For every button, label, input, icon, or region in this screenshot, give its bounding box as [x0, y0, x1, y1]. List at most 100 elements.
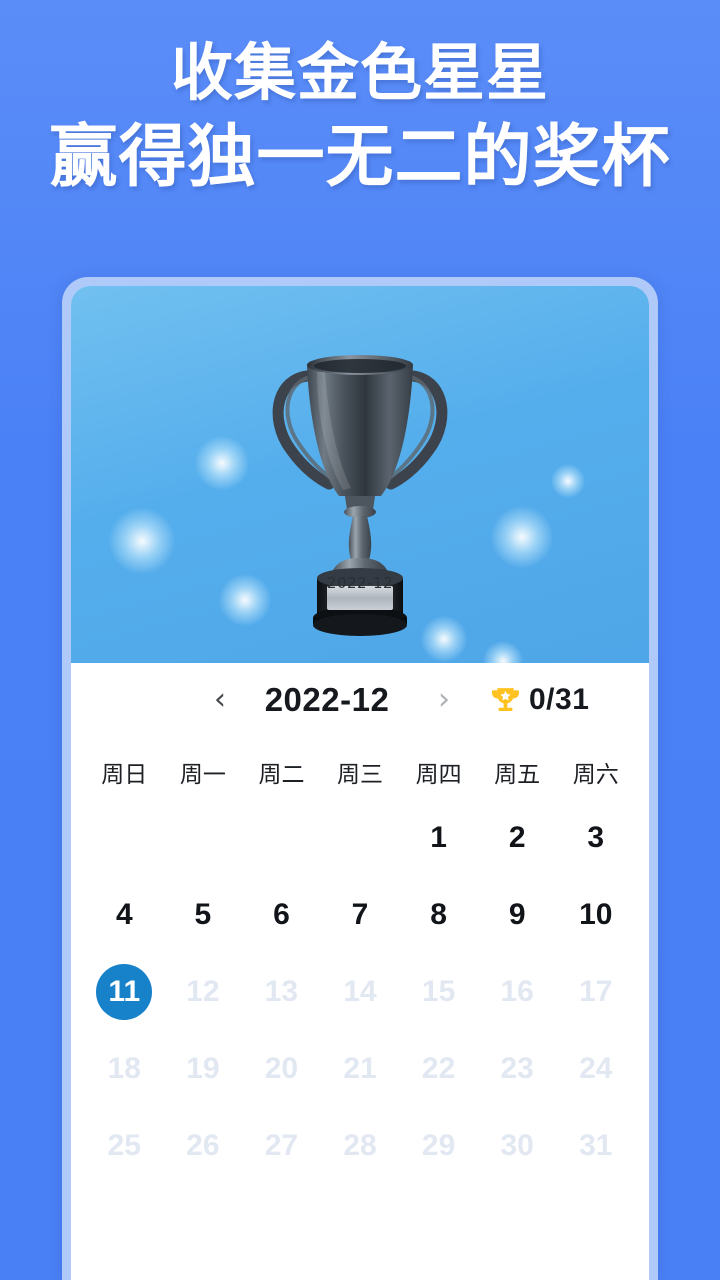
- calendar-panel: ‹ 2022-12 › 0/31 周日 周一 周二 周三 周四 周五 周六 1 …: [71, 663, 649, 1184]
- weekday-label: 周日: [101, 761, 148, 787]
- next-month-button[interactable]: ›: [421, 685, 467, 715]
- headline-line-1: 收集金色星星: [170, 39, 549, 108]
- calendar-day-cell[interactable]: 22: [399, 1030, 478, 1107]
- calendar-day-label: 10: [579, 897, 613, 931]
- calendar-day-cell[interactable]: 3: [556, 799, 635, 876]
- trophy-3d-icon: [272, 355, 448, 636]
- promo-headline: 收集金色星星 赢得独一无二的奖杯: [0, 36, 720, 198]
- weekday-label: 周一: [179, 761, 226, 787]
- calendar-day-label: 2: [508, 820, 526, 854]
- trophy-hero: 2022-12: [71, 286, 649, 663]
- calendar-day-label: 19: [186, 1051, 220, 1085]
- calendar-day-cell[interactable]: 25: [85, 1107, 164, 1184]
- calendar-day-label: 4: [115, 897, 133, 931]
- calendar-day-cell[interactable]: 1: [399, 799, 478, 876]
- calendar-day-cell[interactable]: 11: [85, 953, 164, 1030]
- bokeh-glow-icon: [491, 506, 553, 568]
- calendar-day-cell[interactable]: 16: [478, 953, 557, 1030]
- phone-preview-card: 2022-12 ‹ 2022-12 › 0/31 周日 周一 周二 周三 周四 …: [62, 277, 658, 1280]
- bokeh-glow-icon: [483, 641, 523, 663]
- calendar-day-cell[interactable]: 2: [478, 799, 557, 876]
- trophy-illustration: 2022-12: [255, 338, 465, 638]
- calendar-day-label: 28: [343, 1128, 377, 1162]
- calendar-day-empty: [242, 799, 321, 876]
- calendar-day-label: 27: [264, 1128, 299, 1162]
- calendar-day-label: 29: [421, 1128, 456, 1162]
- calendar-day-label: 1: [430, 820, 447, 854]
- calendar-day-cell[interactable]: 24: [556, 1030, 635, 1107]
- weekday-label: 周三: [337, 761, 384, 787]
- calendar-week-row: 4 5 6 7 8 9 10: [85, 876, 635, 953]
- calendar-day-cell[interactable]: 21: [321, 1030, 400, 1107]
- calendar-day-label: 30: [500, 1128, 534, 1162]
- calendar-week-row: 25 26 27 28 29 30 31: [85, 1107, 635, 1184]
- calendar-day-label: 22: [421, 1051, 456, 1085]
- calendar-day-label: 17: [579, 974, 613, 1008]
- calendar-day-label: 7: [351, 897, 369, 931]
- app-screen: 收集金色星星 赢得独一无二的奖杯 2022-12 ‹ 2022-12 › 0/3…: [0, 0, 720, 1280]
- prev-month-button[interactable]: ‹: [197, 685, 243, 715]
- calendar-day-cell[interactable]: 26: [164, 1107, 243, 1184]
- calendar-day-cell[interactable]: 4: [85, 876, 164, 953]
- weekday-label: 周四: [415, 761, 462, 787]
- calendar-day-label: 20: [264, 1051, 299, 1085]
- calendar-day-empty: [85, 799, 164, 876]
- calendar-day-cell[interactable]: 14: [321, 953, 400, 1030]
- calendar-grid: 1 2 3 4 5 6 7 8 9 10 11 12 13 14 15 16 17 18 19 20 21 22 23 24 2…: [71, 789, 649, 1184]
- calendar-day-label: 6: [273, 897, 290, 931]
- weekday-label: 周六: [572, 761, 619, 787]
- calendar-week-row: 11 12 13 14 15 16 17: [85, 953, 635, 1030]
- calendar-day-label: 31: [579, 1128, 613, 1162]
- calendar-day-cell[interactable]: 19: [164, 1030, 243, 1107]
- calendar-day-cell[interactable]: 31: [556, 1107, 635, 1184]
- calendar-day-cell[interactable]: 17: [556, 953, 635, 1030]
- bokeh-glow-icon: [109, 508, 175, 574]
- calendar-day-cell[interactable]: 7: [321, 876, 400, 953]
- weekday-label: 周五: [494, 761, 541, 787]
- weekday-label: 周二: [258, 761, 305, 787]
- calendar-day-cell[interactable]: 15: [399, 953, 478, 1030]
- calendar-day-label: 3: [587, 820, 605, 854]
- calendar-day-label: 13: [264, 974, 299, 1008]
- calendar-day-cell[interactable]: 20: [242, 1030, 321, 1107]
- calendar-day-cell[interactable]: 28: [321, 1107, 400, 1184]
- bokeh-glow-icon: [551, 464, 585, 498]
- calendar-day-empty: [321, 799, 400, 876]
- calendar-day-label: [175, 810, 231, 866]
- calendar-day-cell[interactable]: 13: [242, 953, 321, 1030]
- calendar-day-label: 25: [107, 1128, 141, 1162]
- calendar-day-cell[interactable]: 29: [399, 1107, 478, 1184]
- calendar-day-empty: [164, 799, 243, 876]
- calendar-day-cell[interactable]: 5: [164, 876, 243, 953]
- calendar-day-cell[interactable]: 12: [164, 953, 243, 1030]
- calendar-day-cell[interactable]: 27: [242, 1107, 321, 1184]
- calendar-day-label: 9: [508, 897, 526, 931]
- trophy-count-label: 0/31: [529, 683, 590, 716]
- trophy-star-icon: [491, 687, 520, 711]
- calendar-day-label: 12: [186, 974, 220, 1008]
- calendar-day-label: 26: [186, 1128, 220, 1162]
- calendar-day-cell[interactable]: 8: [399, 876, 478, 953]
- calendar-day-label: 8: [430, 897, 447, 931]
- calendar-day-cell[interactable]: 10: [556, 876, 635, 953]
- calendar-day-label: 18: [107, 1051, 141, 1085]
- phone-screen: 2022-12 ‹ 2022-12 › 0/31 周日 周一 周二 周三 周四 …: [71, 286, 649, 1280]
- calendar-day-label: 21: [343, 1051, 377, 1085]
- trophy-progress: 0/31: [489, 683, 589, 717]
- calendar-day-label: 24: [579, 1051, 613, 1085]
- calendar-day-label: [253, 810, 309, 866]
- calendar-day-label: 16: [500, 974, 534, 1008]
- calendar-day-label: [96, 810, 152, 866]
- calendar-day-cell[interactable]: 23: [478, 1030, 557, 1107]
- calendar-day-cell[interactable]: 18: [85, 1030, 164, 1107]
- calendar-day-label: [332, 810, 388, 866]
- calendar-day-cell[interactable]: 9: [478, 876, 557, 953]
- calendar-day-label: 5: [194, 897, 212, 931]
- calendar-day-label: 11: [96, 963, 153, 1020]
- calendar-day-cell[interactable]: 30: [478, 1107, 557, 1184]
- bokeh-glow-icon: [195, 436, 249, 490]
- calendar-day-label: 15: [421, 974, 456, 1008]
- calendar-week-row: 1 2 3: [85, 799, 635, 876]
- calendar-header: ‹ 2022-12 › 0/31: [71, 663, 649, 737]
- calendar-day-cell[interactable]: 6: [242, 876, 321, 953]
